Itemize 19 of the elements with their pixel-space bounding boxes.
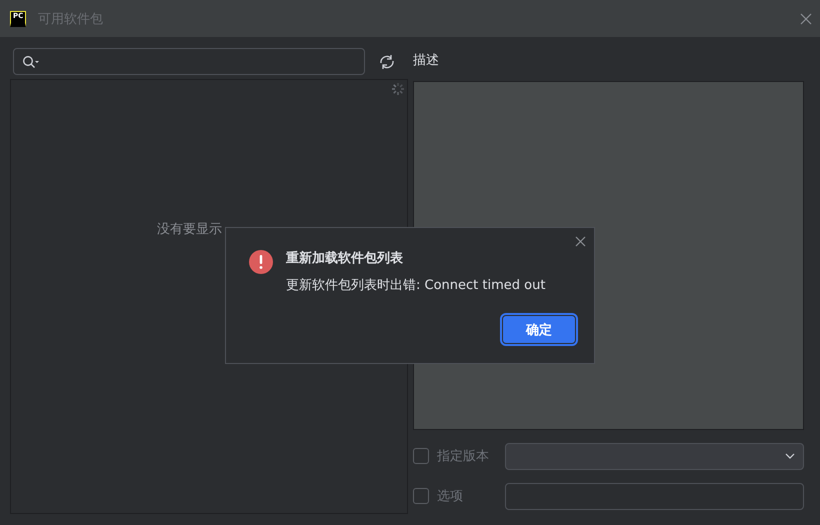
close-icon[interactable] bbox=[800, 12, 812, 24]
empty-list-text: 没有要显示 bbox=[157, 221, 222, 238]
search-icon bbox=[22, 54, 40, 68]
close-icon[interactable] bbox=[575, 236, 586, 247]
option-label: 选项 bbox=[437, 488, 464, 505]
error-icon bbox=[249, 250, 273, 274]
refresh-icon[interactable] bbox=[378, 54, 396, 70]
ok-button[interactable]: 确定 bbox=[502, 315, 576, 344]
checkbox[interactable] bbox=[413, 488, 429, 504]
chevron-down-icon bbox=[785, 453, 795, 459]
checkbox[interactable] bbox=[413, 448, 429, 464]
search-field[interactable] bbox=[13, 48, 365, 75]
options-input-field[interactable] bbox=[505, 482, 804, 510]
dialog-title: 重新加载软件包列表 bbox=[286, 250, 404, 267]
version-dropdown[interactable] bbox=[505, 442, 804, 470]
loading-spinner-icon bbox=[391, 82, 405, 96]
option-label: 指定版本 bbox=[437, 448, 490, 465]
description-label: 描述 bbox=[413, 52, 440, 70]
dialog-message: 更新软件包列表时出错: Connect timed out bbox=[286, 277, 546, 294]
